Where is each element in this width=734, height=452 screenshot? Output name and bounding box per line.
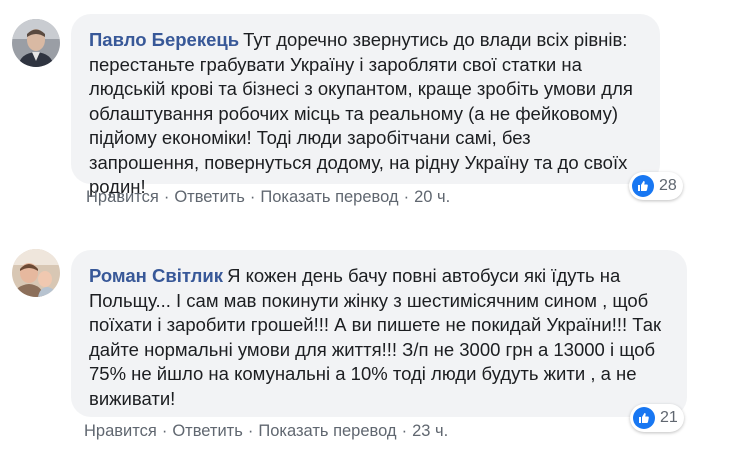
avatar-photo-icon [12,249,60,297]
comment-bubble: Павло Берекець Тут доречно звернутись до … [71,14,660,197]
like-icon [633,407,655,429]
avatar[interactable] [12,19,60,67]
show-translation-link[interactable]: Показать перевод [260,188,398,206]
reply-button[interactable]: Ответить [174,188,245,206]
reaction-summary[interactable]: 21 [630,404,684,432]
reaction-count: 21 [660,409,678,426]
comment-timestamp[interactable]: 20 ч. [414,188,450,206]
separator: · [163,188,170,206]
like-button[interactable]: Нравится [86,188,159,206]
like-button[interactable]: Нравится [84,422,157,440]
avatar[interactable] [12,249,60,297]
comment-author[interactable]: Роман Світлик [89,265,223,286]
separator: · [401,422,408,440]
comment-timestamp[interactable]: 23 ч. [412,422,448,440]
show-translation-link[interactable]: Показать перевод [258,422,396,440]
comment-text: Я кожен день бачу повні автобуси які їду… [89,265,662,409]
reaction-count: 28 [659,177,677,194]
like-icon [632,175,654,197]
comment-bubble: Роман Світлик Я кожен день бачу повні авт… [71,250,687,417]
reply-button[interactable]: Ответить [172,422,243,440]
reaction-summary[interactable]: 28 [629,172,683,200]
separator: · [249,188,256,206]
separator: · [403,188,410,206]
comment-actions: Нравится · Ответить · Показать перевод · 23 ч. [84,422,448,441]
avatar-photo-icon [12,19,60,67]
comment-actions: Нравится · Ответить · Показать перевод · 20 ч. [86,188,450,207]
comment-author[interactable]: Павло Берекець [89,29,239,50]
separator: · [161,422,168,440]
separator: · [247,422,254,440]
comment-text: Тут доречно звернутись до влади всіх рів… [89,29,633,197]
